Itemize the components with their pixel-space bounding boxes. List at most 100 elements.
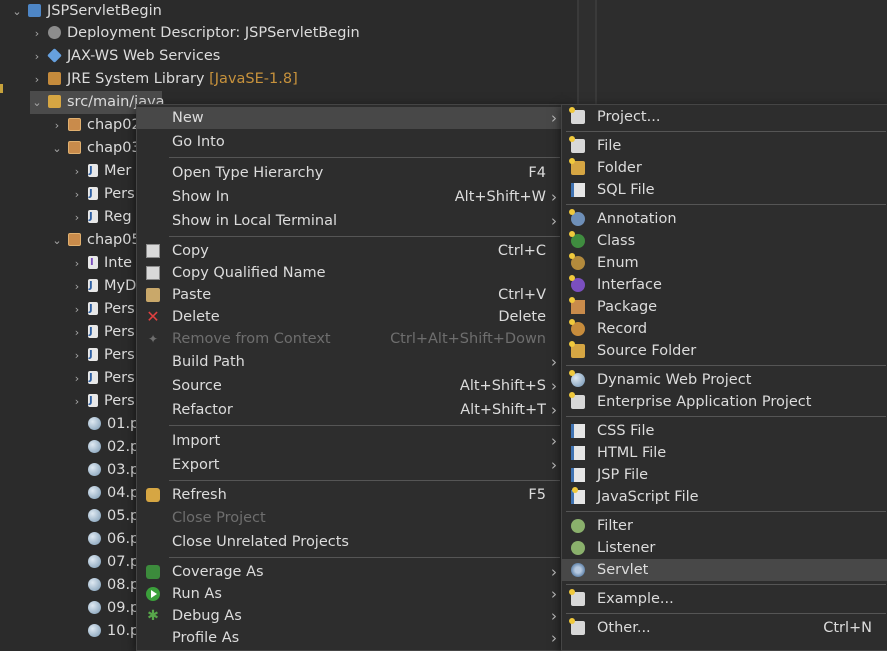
menu-item-shortcut: Ctrl+N <box>823 620 872 636</box>
tree-file[interactable]: › Pers <box>70 343 135 367</box>
java-file-icon <box>88 343 98 366</box>
submenu-item-html-file[interactable]: HTML File <box>562 442 887 464</box>
tree-web-file[interactable]: 01.p <box>88 413 139 436</box>
submenu-item-source-folder[interactable]: Source Folder <box>562 340 887 362</box>
menu-item-debug-as[interactable]: ✱ Debug As › <box>137 605 562 627</box>
collapse-toggle-icon[interactable]: › <box>30 68 44 91</box>
submenu-item-package[interactable]: Package <box>562 296 887 318</box>
menu-item-copy[interactable]: Copy Ctrl+C <box>137 240 562 262</box>
submenu-item-other[interactable]: Other... Ctrl+N <box>562 617 887 639</box>
tree-file[interactable]: › Pers <box>70 389 135 413</box>
collapse-toggle-icon[interactable]: › <box>70 298 84 321</box>
tree-web-file[interactable]: 02.p <box>88 436 139 459</box>
submenu-item-sql-file[interactable]: SQL File <box>562 179 887 201</box>
submenu-item-folder[interactable]: Folder <box>562 157 887 179</box>
submenu-item-css-file[interactable]: CSS File <box>562 420 887 442</box>
tree-web-file[interactable]: 08.p <box>88 574 139 597</box>
menu-item-close-unrelated-projects[interactable]: Close Unrelated Projects <box>137 531 562 553</box>
collapse-toggle-icon[interactable]: › <box>30 45 44 68</box>
menu-item-show-in-local-terminal[interactable]: Show in Local Terminal › <box>137 210 562 232</box>
menu-item-label: Remove from Context <box>172 331 331 347</box>
tree-file[interactable]: › Reg <box>70 205 132 229</box>
tree-project-row[interactable]: ⌄ JSPServletBegin <box>10 0 161 23</box>
tree-package-chap02[interactable]: › chap02 <box>50 114 141 137</box>
menu-item-paste[interactable]: Paste Ctrl+V <box>137 284 562 306</box>
collapse-toggle-icon[interactable]: › <box>30 22 44 45</box>
menu-item-refactor[interactable]: Refactor Alt+Shift+T › <box>137 399 562 421</box>
menu-item-new[interactable]: New › <box>137 107 562 129</box>
tree-file[interactable]: › Pers <box>70 366 135 390</box>
menu-item-export[interactable]: Export › <box>137 454 562 476</box>
menu-item-open-type-hierarchy[interactable]: Open Type Hierarchy F4 <box>137 162 562 184</box>
tree-item-jre[interactable]: › JRE System Library [JavaSE-1.8] <box>30 68 298 91</box>
expand-toggle-icon[interactable]: ⌄ <box>30 91 44 114</box>
collapse-toggle-icon[interactable]: › <box>50 114 64 137</box>
tree-package-chap05[interactable]: ⌄ chap05 <box>50 229 140 252</box>
tree-file[interactable]: › Inte <box>70 251 132 275</box>
submenu-item-record[interactable]: Record <box>562 318 887 340</box>
menu-item-import[interactable]: Import › <box>137 430 562 452</box>
submenu-item-servlet[interactable]: Servlet <box>562 559 887 581</box>
menu-item-delete[interactable]: ✕ Delete Delete <box>137 306 562 328</box>
submenu-item-javascript-file[interactable]: JavaScript File <box>562 486 887 508</box>
tree-web-file[interactable]: 03.p <box>88 459 139 482</box>
tree-package-chap03[interactable]: ⌄ chap03 <box>50 137 140 160</box>
collapse-toggle-icon[interactable]: › <box>70 206 84 229</box>
collapse-toggle-icon[interactable]: › <box>70 252 84 275</box>
tree-file[interactable]: › Pers <box>70 182 135 206</box>
submenu-item-dynamic-web-project[interactable]: Dynamic Web Project <box>562 369 887 391</box>
file-label: 07.p <box>107 554 140 570</box>
submenu-item-jsp-file[interactable]: JSP File <box>562 464 887 486</box>
expand-toggle-icon[interactable]: ⌄ <box>10 0 24 23</box>
menu-item-label: Refactor <box>172 402 233 418</box>
submenu-arrow-icon: › <box>551 377 557 395</box>
file-label: 08.p <box>107 577 140 593</box>
menu-item-coverage-as[interactable]: Coverage As › <box>137 561 562 583</box>
collapse-toggle-icon[interactable]: › <box>70 160 84 183</box>
tree-file[interactable]: › Mer <box>70 159 132 183</box>
submenu-item-enum[interactable]: Enum <box>562 252 887 274</box>
menu-item-source[interactable]: Source Alt+Shift+S › <box>137 375 562 397</box>
menu-item-shortcut: Ctrl+Alt+Shift+Down <box>390 331 546 347</box>
menu-item-show-in[interactable]: Show In Alt+Shift+W › <box>137 186 562 208</box>
menu-item-build-path[interactable]: Build Path › <box>137 351 562 373</box>
submenu-item-enterprise-application-project[interactable]: Enterprise Application Project <box>562 391 887 413</box>
tree-web-file[interactable]: 07.p <box>88 551 139 574</box>
tree-item-jax-ws[interactable]: › JAX-WS Web Services <box>30 45 221 68</box>
tree-web-file[interactable]: 10.p <box>88 620 139 643</box>
tree-file[interactable]: › Pers <box>70 297 135 321</box>
submenu-item-interface[interactable]: Interface <box>562 274 887 296</box>
submenu-item-project[interactable]: Project... <box>562 106 887 128</box>
tree-web-file[interactable]: 04.p <box>88 482 139 505</box>
collapse-toggle-icon[interactable]: › <box>70 183 84 206</box>
submenu-item-class[interactable]: Class <box>562 230 887 252</box>
menu-separator <box>169 557 560 558</box>
menu-item-go-into[interactable]: Go Into <box>137 131 562 153</box>
collapse-toggle-icon[interactable]: › <box>70 321 84 344</box>
submenu-item-file[interactable]: File <box>562 135 887 157</box>
tree-file[interactable]: › MyD <box>70 274 136 298</box>
menu-item-profile-as[interactable]: Profile As › <box>137 627 562 649</box>
menu-item-copy-qualified-name[interactable]: Copy Qualified Name <box>137 262 562 284</box>
menu-item-label: Dynamic Web Project <box>597 372 752 388</box>
collapse-toggle-icon[interactable]: › <box>70 367 84 390</box>
menu-separator <box>169 236 560 237</box>
globe-icon <box>88 532 101 545</box>
tree-file[interactable]: › Pers <box>70 320 135 344</box>
tree-item-deployment-descriptor[interactable]: › Deployment Descriptor: JSPServletBegin <box>30 22 360 45</box>
collapse-toggle-icon[interactable]: › <box>70 344 84 367</box>
menu-item-run-as[interactable]: Run As › <box>137 583 562 605</box>
submenu-item-annotation[interactable]: Annotation <box>562 208 887 230</box>
tree-web-file[interactable]: 05.p <box>88 505 139 528</box>
submenu-item-example[interactable]: Example... <box>562 588 887 610</box>
tree-web-file[interactable]: 09.p <box>88 597 139 620</box>
expand-toggle-icon[interactable]: ⌄ <box>50 229 64 252</box>
expand-toggle-icon[interactable]: ⌄ <box>50 137 64 160</box>
tree-web-file[interactable]: 06.p <box>88 528 139 551</box>
collapse-toggle-icon[interactable]: › <box>70 390 84 413</box>
submenu-item-listener[interactable]: Listener <box>562 537 887 559</box>
collapse-toggle-icon[interactable]: › <box>70 275 84 298</box>
web-services-icon <box>47 48 62 63</box>
submenu-item-filter[interactable]: Filter <box>562 515 887 537</box>
menu-item-refresh[interactable]: Refresh F5 <box>137 484 562 506</box>
